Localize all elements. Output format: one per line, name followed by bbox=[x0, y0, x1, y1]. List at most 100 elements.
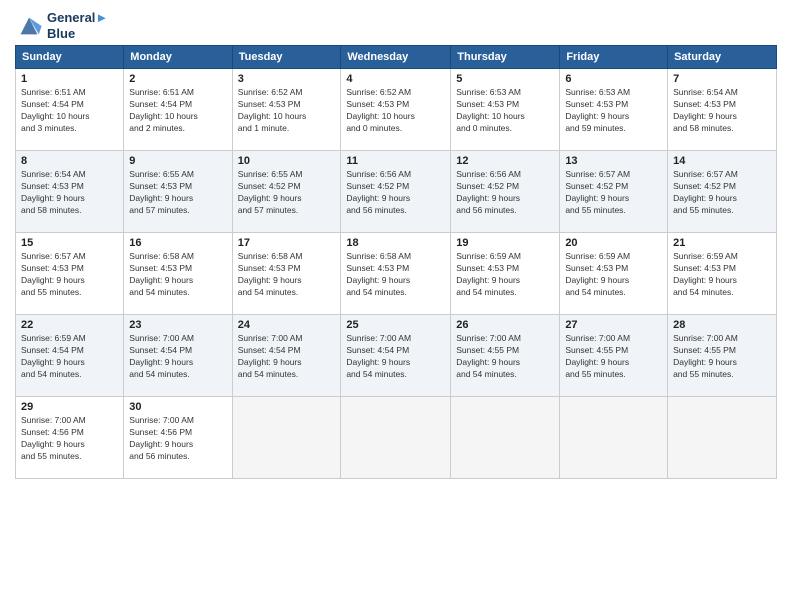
day-info: Sunrise: 7:00 AM Sunset: 4:55 PM Dayligh… bbox=[673, 333, 771, 381]
day-number: 27 bbox=[565, 319, 662, 331]
day-info: Sunrise: 6:59 AM Sunset: 4:53 PM Dayligh… bbox=[565, 251, 662, 299]
calendar-cell bbox=[451, 397, 560, 479]
logo-text: General► Blue bbox=[47, 10, 108, 41]
day-info: Sunrise: 7:00 AM Sunset: 4:54 PM Dayligh… bbox=[238, 333, 336, 381]
day-number: 6 bbox=[565, 73, 662, 85]
day-info: Sunrise: 6:59 AM Sunset: 4:54 PM Dayligh… bbox=[21, 333, 118, 381]
calendar-cell: 4 Sunrise: 6:52 AM Sunset: 4:53 PM Daylig… bbox=[341, 69, 451, 151]
day-number: 9 bbox=[129, 155, 226, 167]
day-info: Sunrise: 7:00 AM Sunset: 4:55 PM Dayligh… bbox=[456, 333, 554, 381]
day-info: Sunrise: 6:59 AM Sunset: 4:53 PM Dayligh… bbox=[673, 251, 771, 299]
day-info: Sunrise: 6:57 AM Sunset: 4:52 PM Dayligh… bbox=[565, 169, 662, 217]
calendar-cell bbox=[341, 397, 451, 479]
calendar-cell: 13 Sunrise: 6:57 AM Sunset: 4:52 PM Dayli… bbox=[560, 151, 668, 233]
weekday-header: Thursday bbox=[451, 46, 560, 69]
calendar-cell: 21 Sunrise: 6:59 AM Sunset: 4:53 PM Dayli… bbox=[668, 233, 777, 315]
day-number: 30 bbox=[129, 401, 226, 413]
day-number: 13 bbox=[565, 155, 662, 167]
day-number: 11 bbox=[346, 155, 445, 167]
calendar-cell: 10 Sunrise: 6:55 AM Sunset: 4:52 PM Dayli… bbox=[232, 151, 341, 233]
calendar-cell: 8Sunrise: 6:54 AM Sunset: 4:53 PM Daylig… bbox=[16, 151, 124, 233]
calendar-cell: 19 Sunrise: 6:59 AM Sunset: 4:53 PM Dayli… bbox=[451, 233, 560, 315]
day-number: 4 bbox=[346, 73, 445, 85]
day-number: 16 bbox=[129, 237, 226, 249]
calendar-week-row: 15 Sunrise: 6:57 AM Sunset: 4:53 PM Dayli… bbox=[16, 233, 777, 315]
day-number: 3 bbox=[238, 73, 336, 85]
day-number: 15 bbox=[21, 237, 118, 249]
day-info: Sunrise: 6:56 AM Sunset: 4:52 PM Dayligh… bbox=[456, 169, 554, 217]
calendar-cell: 14Sunrise: 6:57 AM Sunset: 4:52 PM Dayli… bbox=[668, 151, 777, 233]
day-number: 5 bbox=[456, 73, 554, 85]
day-number: 10 bbox=[238, 155, 336, 167]
day-number: 12 bbox=[456, 155, 554, 167]
day-number: 18 bbox=[346, 237, 445, 249]
calendar-cell: 18 Sunrise: 6:58 AM Sunset: 4:53 PM Dayli… bbox=[341, 233, 451, 315]
calendar-cell: 29 Sunrise: 7:00 AM Sunset: 4:56 PM Dayli… bbox=[16, 397, 124, 479]
calendar-cell: 15 Sunrise: 6:57 AM Sunset: 4:53 PM Dayli… bbox=[16, 233, 124, 315]
header: General► Blue bbox=[15, 10, 777, 41]
page: General► Blue SundayMondayTuesdayWednesd… bbox=[0, 0, 792, 612]
day-number: 23 bbox=[129, 319, 226, 331]
calendar-cell: 6Sunrise: 6:53 AM Sunset: 4:53 PM Daylig… bbox=[560, 69, 668, 151]
day-number: 20 bbox=[565, 237, 662, 249]
calendar-cell: 28Sunrise: 7:00 AM Sunset: 4:55 PM Dayli… bbox=[668, 315, 777, 397]
calendar-week-row: 22 Sunrise: 6:59 AM Sunset: 4:54 PM Dayli… bbox=[16, 315, 777, 397]
calendar-cell: 5Sunrise: 6:53 AM Sunset: 4:53 PM Daylig… bbox=[451, 69, 560, 151]
day-info: Sunrise: 6:55 AM Sunset: 4:53 PM Dayligh… bbox=[129, 169, 226, 217]
calendar-cell: 26Sunrise: 7:00 AM Sunset: 4:55 PM Dayli… bbox=[451, 315, 560, 397]
day-info: Sunrise: 6:56 AM Sunset: 4:52 PM Dayligh… bbox=[346, 169, 445, 217]
day-number: 25 bbox=[346, 319, 445, 331]
weekday-header-row: SundayMondayTuesdayWednesdayThursdayFrid… bbox=[16, 46, 777, 69]
calendar-cell bbox=[232, 397, 341, 479]
day-info: Sunrise: 6:58 AM Sunset: 4:53 PM Dayligh… bbox=[346, 251, 445, 299]
day-info: Sunrise: 6:59 AM Sunset: 4:53 PM Dayligh… bbox=[456, 251, 554, 299]
day-number: 24 bbox=[238, 319, 336, 331]
day-info: Sunrise: 6:58 AM Sunset: 4:53 PM Dayligh… bbox=[129, 251, 226, 299]
calendar-cell bbox=[560, 397, 668, 479]
calendar-cell: 7 Sunrise: 6:54 AM Sunset: 4:53 PM Daylig… bbox=[668, 69, 777, 151]
day-number: 17 bbox=[238, 237, 336, 249]
calendar-week-row: 29 Sunrise: 7:00 AM Sunset: 4:56 PM Dayli… bbox=[16, 397, 777, 479]
calendar-week-row: 1 Sunrise: 6:51 AM Sunset: 4:54 PM Daylig… bbox=[16, 69, 777, 151]
day-number: 1 bbox=[21, 73, 118, 85]
day-number: 14 bbox=[673, 155, 771, 167]
day-number: 29 bbox=[21, 401, 118, 413]
day-number: 19 bbox=[456, 237, 554, 249]
day-number: 21 bbox=[673, 237, 771, 249]
calendar-cell: 17Sunrise: 6:58 AM Sunset: 4:53 PM Dayli… bbox=[232, 233, 341, 315]
calendar-cell: 1 Sunrise: 6:51 AM Sunset: 4:54 PM Daylig… bbox=[16, 69, 124, 151]
day-info: Sunrise: 7:00 AM Sunset: 4:54 PM Dayligh… bbox=[129, 333, 226, 381]
day-number: 2 bbox=[129, 73, 226, 85]
weekday-header: Monday bbox=[124, 46, 232, 69]
day-number: 22 bbox=[21, 319, 118, 331]
day-info: Sunrise: 6:52 AM Sunset: 4:53 PM Dayligh… bbox=[238, 87, 336, 135]
calendar-cell: 16 Sunrise: 6:58 AM Sunset: 4:53 PM Dayli… bbox=[124, 233, 232, 315]
calendar-cell: 30 Sunrise: 7:00 AM Sunset: 4:56 PM Dayli… bbox=[124, 397, 232, 479]
calendar-cell: 3 Sunrise: 6:52 AM Sunset: 4:53 PM Daylig… bbox=[232, 69, 341, 151]
calendar-cell: 20 Sunrise: 6:59 AM Sunset: 4:53 PM Dayli… bbox=[560, 233, 668, 315]
day-info: Sunrise: 6:51 AM Sunset: 4:54 PM Dayligh… bbox=[21, 87, 118, 135]
day-info: Sunrise: 6:51 AM Sunset: 4:54 PM Dayligh… bbox=[129, 87, 226, 135]
calendar-cell: 2 Sunrise: 6:51 AM Sunset: 4:54 PM Daylig… bbox=[124, 69, 232, 151]
day-info: Sunrise: 7:00 AM Sunset: 4:56 PM Dayligh… bbox=[129, 415, 226, 463]
weekday-header: Friday bbox=[560, 46, 668, 69]
day-info: Sunrise: 6:54 AM Sunset: 4:53 PM Dayligh… bbox=[673, 87, 771, 135]
calendar-cell: 12 Sunrise: 6:56 AM Sunset: 4:52 PM Dayli… bbox=[451, 151, 560, 233]
calendar-cell: 11 Sunrise: 6:56 AM Sunset: 4:52 PM Dayli… bbox=[341, 151, 451, 233]
day-info: Sunrise: 6:57 AM Sunset: 4:53 PM Dayligh… bbox=[21, 251, 118, 299]
day-number: 7 bbox=[673, 73, 771, 85]
calendar-cell: 9 Sunrise: 6:55 AM Sunset: 4:53 PM Daylig… bbox=[124, 151, 232, 233]
weekday-header: Tuesday bbox=[232, 46, 341, 69]
calendar-week-row: 8Sunrise: 6:54 AM Sunset: 4:53 PM Daylig… bbox=[16, 151, 777, 233]
weekday-header: Saturday bbox=[668, 46, 777, 69]
calendar-cell bbox=[668, 397, 777, 479]
day-info: Sunrise: 7:00 AM Sunset: 4:55 PM Dayligh… bbox=[565, 333, 662, 381]
calendar-cell: 24 Sunrise: 7:00 AM Sunset: 4:54 PM Dayli… bbox=[232, 315, 341, 397]
logo: General► Blue bbox=[15, 10, 108, 41]
day-info: Sunrise: 6:52 AM Sunset: 4:53 PM Dayligh… bbox=[346, 87, 445, 135]
weekday-header: Sunday bbox=[16, 46, 124, 69]
calendar-cell: 25Sunrise: 7:00 AM Sunset: 4:54 PM Dayli… bbox=[341, 315, 451, 397]
day-info: Sunrise: 7:00 AM Sunset: 4:56 PM Dayligh… bbox=[21, 415, 118, 463]
calendar: SundayMondayTuesdayWednesdayThursdayFrid… bbox=[15, 45, 777, 479]
day-info: Sunrise: 6:55 AM Sunset: 4:52 PM Dayligh… bbox=[238, 169, 336, 217]
